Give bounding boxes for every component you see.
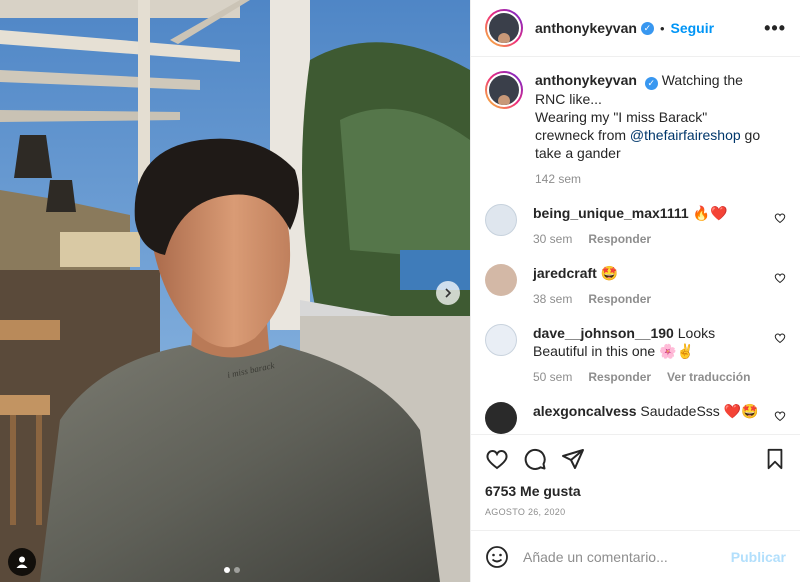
heart-icon[interactable] bbox=[485, 447, 509, 471]
comment-time[interactable]: 30 sem bbox=[533, 230, 572, 248]
comment-like-icon[interactable] bbox=[774, 212, 786, 224]
chevron-right-icon bbox=[445, 288, 452, 298]
comment-input[interactable]: Añade un comentario... bbox=[523, 549, 731, 565]
comment-body: dave__johnson__190 Looks Beautiful in th… bbox=[533, 324, 765, 386]
caption-body: anthonykeyvan ✓ Watching the RNC like...… bbox=[535, 71, 767, 188]
carousel-indicator bbox=[224, 567, 240, 573]
caption-time[interactable]: 142 sem bbox=[535, 170, 581, 188]
carousel-dot-active bbox=[224, 567, 230, 573]
photo-image: i miss barack bbox=[0, 0, 470, 582]
comment-text: SaudadeSss ❤️🤩 bbox=[640, 403, 759, 419]
share-icon[interactable] bbox=[561, 447, 585, 471]
comment-username[interactable]: alexgoncalvess bbox=[533, 403, 637, 419]
comment-item: being_unique_max1111 🔥❤️ 30 sem Responde… bbox=[485, 204, 786, 248]
verified-badge-icon: ✓ bbox=[640, 21, 654, 35]
comment-like-icon[interactable] bbox=[774, 410, 786, 422]
comment-avatar[interactable] bbox=[485, 324, 517, 356]
post-date[interactable]: AGOSTO 26, 2020 bbox=[485, 507, 786, 517]
comment-username[interactable]: dave__johnson__190 bbox=[533, 325, 674, 341]
comment-body: being_unique_max1111 🔥❤️ 30 sem Responde… bbox=[533, 204, 765, 248]
emoji-icon[interactable] bbox=[485, 545, 509, 569]
comment-body: alexgoncalvess SaudadeSss ❤️🤩 bbox=[533, 402, 765, 434]
verified-badge-icon: ✓ bbox=[644, 77, 658, 90]
caption-mention-link[interactable]: @thefairfaireshop bbox=[630, 127, 741, 143]
more-options-button[interactable]: ••• bbox=[764, 18, 786, 39]
caption: anthonykeyvan ✓ Watching the RNC like...… bbox=[485, 71, 786, 188]
comment-avatar[interactable] bbox=[485, 264, 517, 296]
comment-avatar[interactable] bbox=[485, 402, 517, 434]
post-sidebar: anthonykeyvan ✓ • Seguir ••• anthonykeyv… bbox=[470, 0, 800, 582]
comments-list[interactable]: anthonykeyvan ✓ Watching the RNC like...… bbox=[471, 57, 800, 434]
reply-button[interactable]: Responder bbox=[588, 368, 651, 386]
comment-avatar[interactable] bbox=[485, 204, 517, 236]
caption-avatar[interactable] bbox=[485, 71, 523, 109]
comment-time[interactable]: 50 sem bbox=[533, 368, 572, 386]
likes-count[interactable]: 6753 Me gusta bbox=[485, 483, 786, 499]
reply-button[interactable]: Responder bbox=[588, 230, 651, 248]
comment-username[interactable]: being_unique_max1111 bbox=[533, 205, 689, 221]
post-header: anthonykeyvan ✓ • Seguir ••• bbox=[471, 0, 800, 57]
bookmark-icon[interactable] bbox=[764, 448, 786, 470]
comment-username[interactable]: jaredcraft bbox=[533, 265, 597, 281]
comment-like-icon[interactable] bbox=[774, 272, 786, 284]
post-photo[interactable]: i miss barack bbox=[0, 0, 470, 582]
comment-time[interactable]: 38 sem bbox=[533, 290, 572, 308]
comment-text: 🔥❤️ bbox=[692, 205, 728, 221]
carousel-dot bbox=[234, 567, 240, 573]
user-tag-icon bbox=[16, 556, 28, 568]
user-tag-button[interactable] bbox=[8, 548, 36, 576]
next-photo-button[interactable] bbox=[436, 281, 460, 305]
avatar[interactable] bbox=[485, 9, 523, 47]
comment-item: dave__johnson__190 Looks Beautiful in th… bbox=[485, 324, 786, 386]
comment-like-icon[interactable] bbox=[774, 332, 786, 344]
translate-button[interactable]: Ver traducción bbox=[667, 368, 750, 386]
separator: • bbox=[659, 20, 665, 36]
comment-item: jaredcraft 🤩 38 sem Responder bbox=[485, 264, 786, 308]
comment-text: 🤩 bbox=[600, 265, 619, 281]
post-actions: 6753 Me gusta AGOSTO 26, 2020 bbox=[471, 434, 800, 530]
follow-button[interactable]: Seguir bbox=[671, 20, 715, 36]
comment-item: alexgoncalvess SaudadeSss ❤️🤩 bbox=[485, 402, 786, 434]
comment-composer: Añade un comentario... Publicar bbox=[471, 530, 800, 582]
comment-icon[interactable] bbox=[523, 447, 547, 471]
author-username[interactable]: anthonykeyvan bbox=[535, 20, 637, 36]
caption-username[interactable]: anthonykeyvan bbox=[535, 72, 637, 88]
reply-button[interactable]: Responder bbox=[588, 290, 651, 308]
publish-button[interactable]: Publicar bbox=[731, 549, 786, 565]
comment-body: jaredcraft 🤩 38 sem Responder bbox=[533, 264, 765, 308]
